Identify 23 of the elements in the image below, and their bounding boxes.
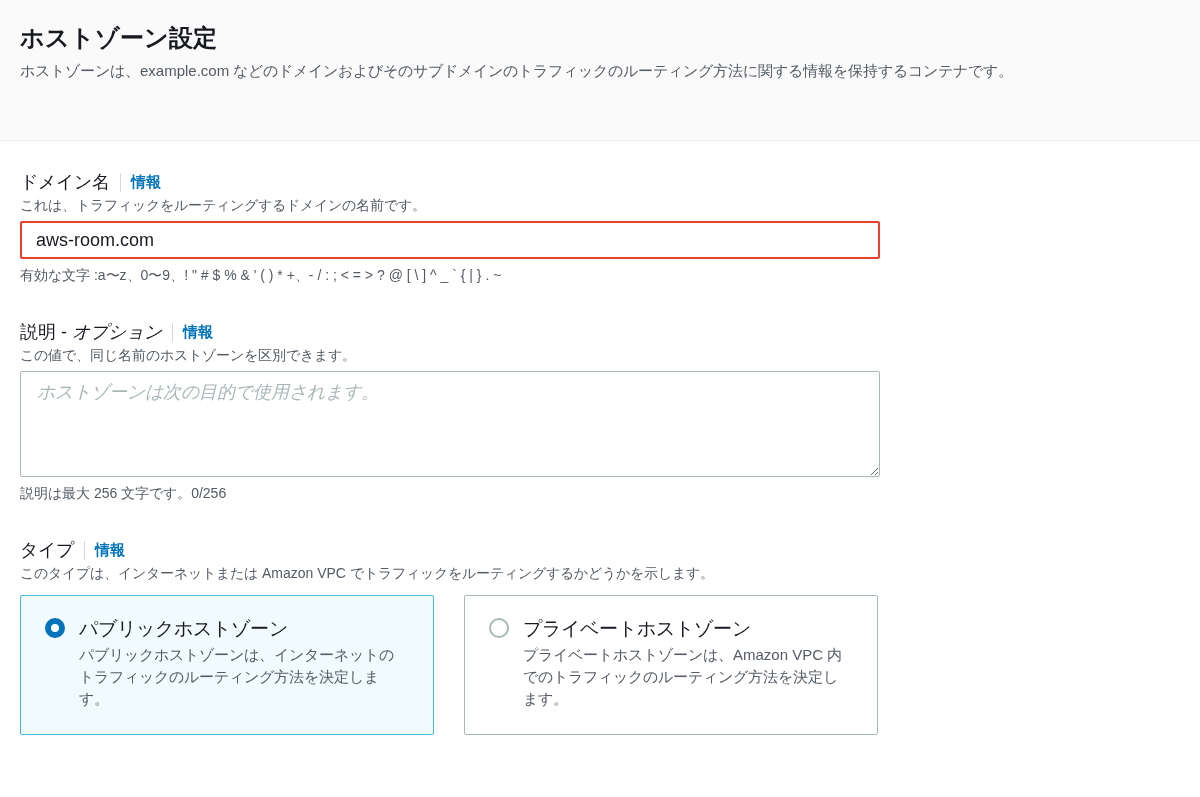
option-description: プライベートホストゾーンは、Amazon VPC 内でのトラフィックのルーティング方法を決定します。 [523, 645, 843, 709]
field-label: タイプ [20, 539, 74, 562]
page-title: ホストゾーン設定 [20, 23, 218, 53]
page-description: ホストゾーンは、example.com などのドメインおよびそのサブドメインのトラフィックのルーティング方法に関する情報を保持するコンテナです。 [20, 61, 1015, 81]
info-link[interactable]: 情報 [172, 322, 213, 342]
field-constraint: 説明は最大 256 文字です。0/256 [20, 485, 228, 503]
radio-button[interactable] [45, 618, 65, 638]
field-description: これは、トラフィックをルーティングするドメインの名前です。 [20, 197, 427, 215]
field-label: 説明 - オプション [20, 321, 162, 344]
radio-button[interactable] [489, 618, 509, 638]
field-constraint: 有効な文字 :a〜z、0〜9、! " # $ % & ' ( ) * +、- / : ; < = > ? @ [ \ ] ^ _ ` { | } . ~ [20, 267, 503, 285]
description-text-area[interactable]: ホストゾーンは次の目的で使用されます。 [20, 371, 880, 477]
type-option-card[interactable]: プライベートホストゾーン プライベートホストゾーンは、Amazon VPC 内でのトラフィックのルーティング方法を決定します。 [464, 595, 878, 735]
info-link[interactable]: 情報 [84, 540, 125, 560]
field-description: このタイプは、インターネットまたは Amazon VPC でトラフィックをルーティングするかどうかを示します。 [20, 565, 715, 583]
field-label: ドメイン名 [20, 171, 110, 194]
field-description: この値で、同じ名前のホストゾーンを区別できます。 [20, 347, 357, 365]
type-option-card[interactable]: パブリックホストゾーン パブリックホストゾーンは、インターネットのトラフィックのルーティング方法を決定します。 [20, 595, 434, 735]
info-link[interactable]: 情報 [120, 172, 161, 192]
option-description: パブリックホストゾーンは、インターネットのトラフィックのルーティング方法を決定します。 [79, 645, 395, 709]
option-title: プライベートホストゾーン [523, 617, 752, 641]
domain-input-field[interactable]: aws-room.com [20, 221, 880, 259]
option-title: パブリックホストゾーン [79, 617, 289, 641]
